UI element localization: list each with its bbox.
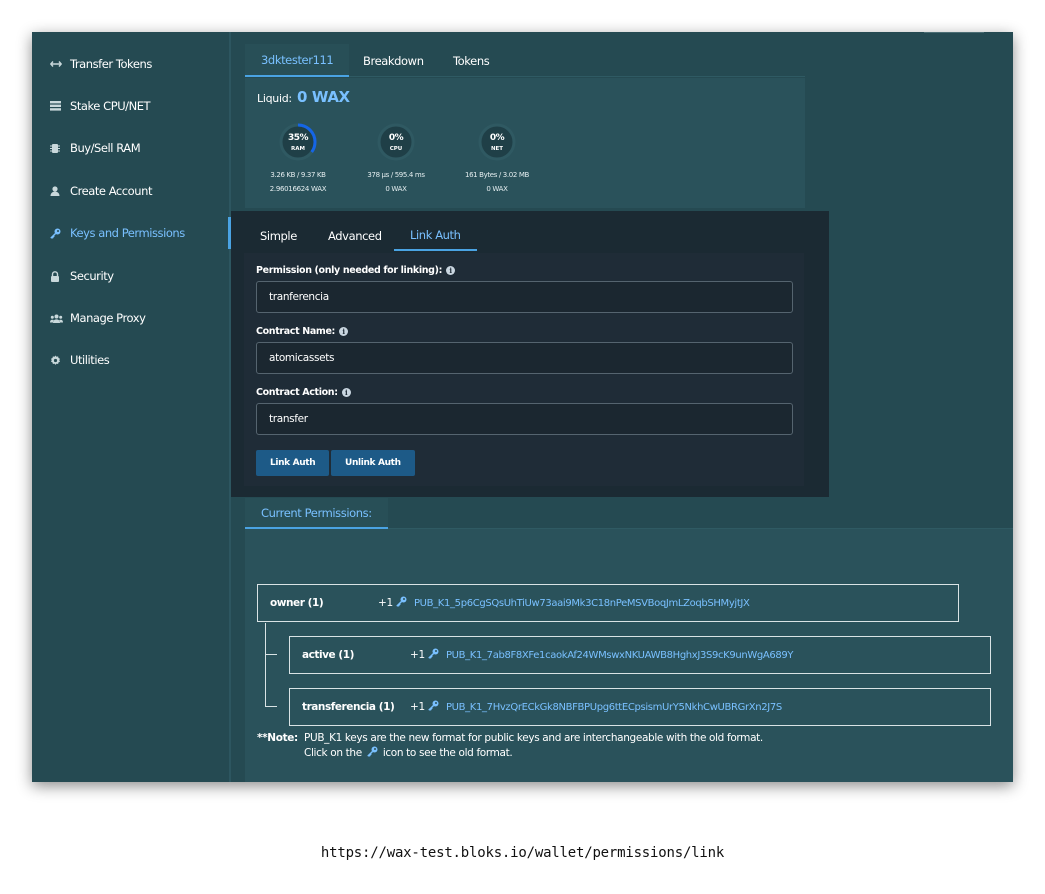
action-label-text: Contract Action: xyxy=(256,387,338,398)
tab-advanced[interactable]: Advanced xyxy=(312,221,398,251)
key-icon xyxy=(50,228,70,239)
tab-breakdown[interactable]: Breakdown xyxy=(347,44,440,77)
sidebar-item-label: Buy/Sell RAM xyxy=(70,141,141,155)
key-format-note: **Note: PUB_K1 keys are the new format f… xyxy=(257,731,763,762)
contract-name-field-label: Contract Name: i xyxy=(256,326,348,337)
permission-weight: +1 xyxy=(410,649,425,661)
permission-input[interactable] xyxy=(256,281,793,313)
contract-label-text: Contract Name: xyxy=(256,326,335,337)
lock-icon xyxy=(50,270,70,282)
current-permissions-tabs: Current Permissions: xyxy=(245,498,1013,529)
stake-icon xyxy=(50,101,70,111)
sidebar-item-security[interactable]: Security xyxy=(32,260,231,292)
account-summary-card: Liquid: 0 WAX 35% RAM 3.26 KB / 9.37 KB … xyxy=(245,78,805,208)
tab-link-auth[interactable]: Link Auth xyxy=(394,221,477,251)
ram-percent: 35% xyxy=(287,133,309,143)
link-auth-panel: Simple Advanced Link Auth Permission (on… xyxy=(231,211,829,497)
permission-name: transferencia (1) xyxy=(302,701,395,713)
ram-staked: 2.96016624 WAX xyxy=(269,185,327,193)
app-window: Transfer Tokens Stake CPU/NET Buy/Sell R… xyxy=(32,32,1013,782)
liquid-label: Liquid: xyxy=(257,92,292,105)
sidebar-item-manage-proxy[interactable]: Manage Proxy xyxy=(32,302,231,334)
permission-mode-tabs: Simple Advanced Link Auth xyxy=(244,211,804,253)
net-usage: 161 Bytes / 3.02 MB xyxy=(464,171,530,179)
page-url-caption: https://wax-test.bloks.io/wallet/permiss… xyxy=(320,845,725,861)
contract-action-input[interactable] xyxy=(256,403,793,435)
public-key-link[interactable]: PUB_K1_7ab8F8XFe1caokAf24WMswxNKUAWB8Hgh… xyxy=(446,650,794,661)
contract-name-input[interactable] xyxy=(256,342,793,374)
ram-label: RAM xyxy=(291,146,305,152)
sidebar: Transfer Tokens Stake CPU/NET Buy/Sell R… xyxy=(32,32,231,782)
note-line-2-start: Click on the xyxy=(304,747,362,759)
cpu-usage: 378 µs / 595.4 ms xyxy=(367,171,425,179)
sidebar-item-buy-sell-ram[interactable]: Buy/Sell RAM xyxy=(32,132,231,164)
permission-row-active: active (1) +1 PUB_K1_7ab8F8XFe1caokAf24W… xyxy=(289,636,991,674)
key-icon xyxy=(367,746,378,762)
contract-action-field-label: Contract Action: i xyxy=(256,387,351,398)
sidebar-item-label: Utilities xyxy=(70,353,110,367)
sidebar-item-utilities[interactable]: Utilities xyxy=(32,344,231,376)
permissions-tree: owner (1) +1 PUB_K1_5p6CgSQsUhTiUw73aai9… xyxy=(245,529,1013,782)
permission-field-label: Permission (only needed for linking): i xyxy=(256,265,456,276)
permission-row-transferencia: transferencia (1) +1 PUB_K1_7HvzQrECkGk8… xyxy=(289,688,991,726)
public-key-link[interactable]: PUB_K1_7HvzQrECkGk8NBFBPUpg6ttECpsismUrY… xyxy=(446,702,782,713)
info-icon[interactable]: i xyxy=(338,327,348,336)
cpu-staked: 0 WAX xyxy=(385,185,407,193)
permission-weight: +1 xyxy=(410,701,425,713)
account-tabs: 3dktester111 Breakdown Tokens xyxy=(245,44,805,77)
tab-account-name[interactable]: 3dktester111 xyxy=(245,44,350,77)
unlink-auth-button[interactable]: Unlink Auth xyxy=(331,450,415,476)
link-auth-form: Permission (only needed for linking): i … xyxy=(244,253,804,486)
tree-connector xyxy=(265,706,277,707)
key-icon[interactable] xyxy=(428,700,439,714)
note-label: **Note: xyxy=(257,732,298,744)
public-key-link[interactable]: PUB_K1_5p6CgSQsUhTiUw73aai9Mk3C18nPeMSVB… xyxy=(414,598,750,609)
permission-name: owner (1) xyxy=(270,597,324,609)
note-line-1: PUB_K1 keys are the new format for publi… xyxy=(304,732,763,744)
permission-row-owner: owner (1) +1 PUB_K1_5p6CgSQsUhTiUw73aai9… xyxy=(257,584,959,622)
ram-chip-icon xyxy=(50,143,70,154)
info-icon[interactable]: i xyxy=(446,266,456,275)
net-percent: 0% xyxy=(489,133,505,143)
note-line-2-end: icon to see the old format. xyxy=(382,747,513,759)
sidebar-item-keys-and-permissions[interactable]: Keys and Permissions xyxy=(32,217,231,249)
sidebar-item-label: Create Account xyxy=(70,184,152,198)
permission-weight: +1 xyxy=(378,597,393,609)
sidebar-item-label: Manage Proxy xyxy=(70,311,146,325)
cpu-resource: 0% CPU 378 µs / 595.4 ms 0 WAX xyxy=(341,122,451,193)
ram-usage: 3.26 KB / 9.37 KB xyxy=(270,171,326,179)
users-icon xyxy=(50,314,70,323)
cpu-label: CPU xyxy=(389,146,403,152)
tree-connector xyxy=(265,654,277,655)
ram-resource: 35% RAM 3.26 KB / 9.37 KB 2.96016624 WAX xyxy=(243,122,353,193)
sidebar-item-label: Transfer Tokens xyxy=(70,57,152,71)
net-resource: 0% NET 161 Bytes / 3.02 MB 0 WAX xyxy=(442,122,552,193)
permission-label-text: Permission (only needed for linking): xyxy=(256,265,443,276)
info-icon[interactable]: i xyxy=(341,388,351,397)
sidebar-item-label: Security xyxy=(70,269,114,283)
sidebar-item-label: Stake CPU/NET xyxy=(70,99,151,113)
key-icon[interactable] xyxy=(396,596,407,610)
sidebar-item-stake-cpu-net[interactable]: Stake CPU/NET xyxy=(32,90,231,122)
net-staked: 0 WAX xyxy=(486,185,508,193)
transfer-icon xyxy=(50,60,70,68)
cpu-percent: 0% xyxy=(388,133,404,143)
liquid-value: 0 WAX xyxy=(297,88,350,106)
gear-icon xyxy=(50,355,70,366)
link-auth-button[interactable]: Link Auth xyxy=(256,450,330,476)
permission-name: active (1) xyxy=(302,649,354,661)
tab-simple[interactable]: Simple xyxy=(244,221,313,251)
tree-connector xyxy=(265,623,266,707)
tab-tokens[interactable]: Tokens xyxy=(437,44,505,77)
key-icon[interactable] xyxy=(428,648,439,662)
net-label: NET xyxy=(490,146,504,152)
tab-current-permissions[interactable]: Current Permissions: xyxy=(245,498,388,529)
sidebar-item-label: Keys and Permissions xyxy=(70,226,185,240)
sidebar-item-create-account[interactable]: Create Account xyxy=(32,175,231,207)
user-icon xyxy=(50,186,70,196)
main-content: 3dktester111 Breakdown Tokens Liquid: 0 … xyxy=(231,32,1013,782)
sidebar-item-transfer-tokens[interactable]: Transfer Tokens xyxy=(32,48,231,80)
